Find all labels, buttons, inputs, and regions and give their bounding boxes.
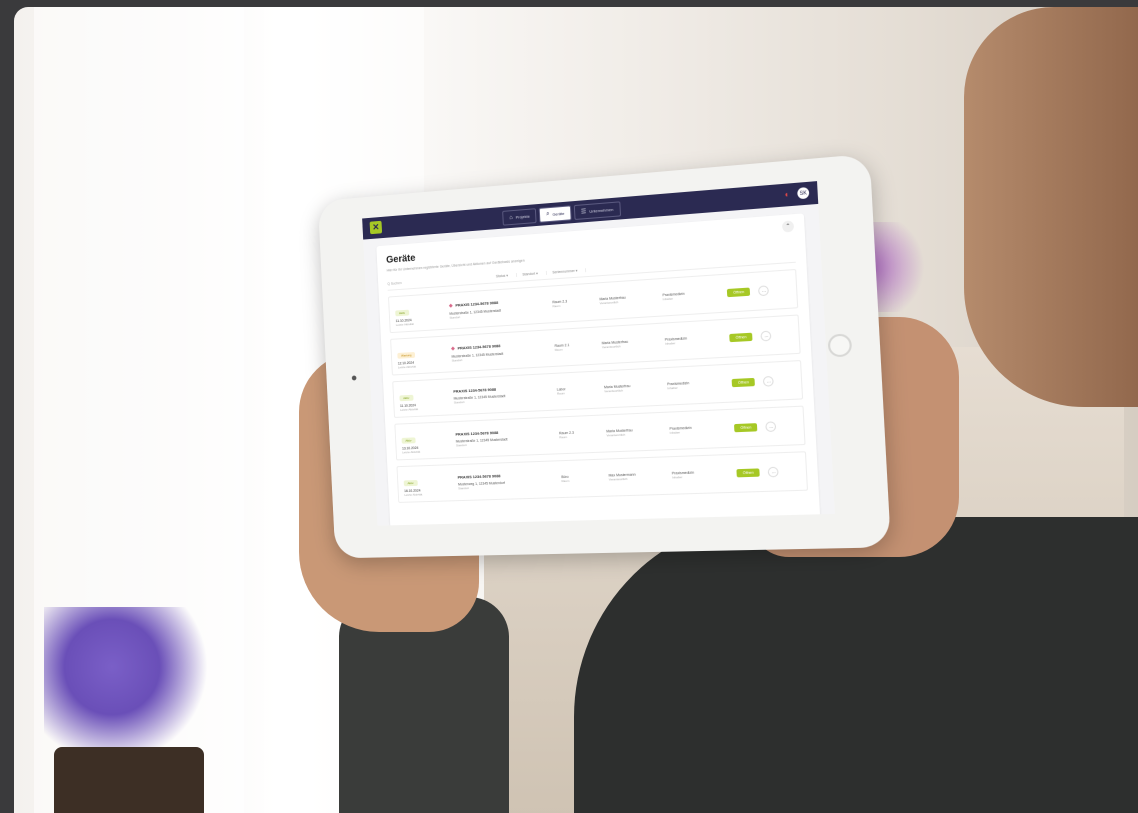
device-person-label: Verantwortlich — [606, 432, 626, 438]
device-date-label: Letzte Aktivität — [400, 407, 419, 412]
device-status-col: Aktiv 11.10.2024 Letzte Aktivität — [395, 299, 443, 327]
device-room-col: Labor Raum — [556, 386, 597, 396]
nav-label: Geräte — [552, 210, 565, 217]
device-owner-label: Inhaber — [669, 430, 681, 435]
device-model-col: PRAXIS 1234-5678 9088 Musterweg 1, 12345… — [458, 471, 555, 490]
device-owner-label: Inhaber — [671, 475, 683, 480]
more-options-icon[interactable]: ⋯ — [763, 375, 775, 387]
device-date-label: Letzte Aktivität — [404, 492, 423, 497]
person-body — [574, 517, 1138, 813]
app-logo-icon[interactable]: ✕ — [369, 220, 383, 235]
more-options-icon[interactable]: ⋯ — [760, 330, 772, 342]
device-room-col: Raum 2.3 Raum — [552, 298, 592, 308]
device-model-col: PRAXIS 1234-5678 9088 Musterstraße 1, 12… — [453, 384, 549, 405]
device-model-text: PRAXIS 1234-5678 9088 — [455, 299, 499, 308]
diamond-icon: ◆ — [448, 302, 453, 309]
device-room-label: Raum — [561, 478, 570, 484]
open-device-button[interactable]: Öffnen — [726, 287, 751, 298]
main-content: ⌃ Geräte Hier für Ihr Unternehmen regist… — [363, 203, 835, 526]
more-options-icon[interactable]: ⋯ — [768, 466, 780, 478]
nav-item-unternehmen[interactable]: ☰ Unternehmen — [573, 201, 621, 221]
device-room-label: Raum — [556, 391, 565, 396]
device-model: PRAXIS 1234-5678 9088 — [457, 473, 501, 480]
avatar[interactable]: SK — [797, 186, 810, 200]
device-room-label: Raum — [559, 435, 568, 440]
filter-seriennummer[interactable]: Seriennummer ▾ — [552, 268, 587, 275]
device-status-col: Aktiv 16.10.2024 Letzte Aktivität — [403, 470, 451, 497]
open-device-button[interactable]: Öffnen — [733, 423, 758, 433]
device-owner-col: Praxismedizin Inhaber — [662, 290, 719, 302]
nav-label: Projekte — [515, 213, 530, 220]
list-icon: ☰ — [580, 209, 587, 216]
lavender-plant — [44, 607, 214, 757]
more-options-icon[interactable]: ⋯ — [765, 421, 777, 433]
status-badge: Aktiv — [399, 394, 414, 402]
device-room-col: Raum 2.3 Raum — [559, 430, 599, 440]
device-person-col: Maria Musterfrau Verantwortlich — [606, 427, 662, 437]
open-device-button[interactable]: Öffnen — [729, 332, 753, 343]
tablet-device: ✕ ⌂ Projekte ⌕ Geräte ☰ Unternehmen ◖ SK — [317, 153, 892, 559]
device-row[interactable]: Aktiv 16.10.2024 Letzte Aktivität PRAXIS… — [396, 451, 809, 503]
device-room-col: Büro Raum — [561, 474, 601, 483]
person-head — [964, 7, 1138, 407]
device-status-col: Aktiv 13.10.2024 Letzte Aktivität — [401, 427, 449, 454]
device-model-text: PRAXIS 1234-5678 9088 — [457, 343, 501, 351]
diamond-icon: ◆ — [450, 345, 455, 352]
device-person-col: Maria Musterfrau Verantwortlich — [599, 294, 654, 306]
search-input[interactable]: Q Suchen — [387, 275, 490, 286]
device-owner-col: Praxismedizin Inhaber — [665, 334, 722, 345]
search-icon: ⌕ — [546, 211, 550, 218]
tablet-screen: ✕ ⌂ Projekte ⌕ Geräte ☰ Unternehmen ◖ SK — [362, 181, 835, 526]
open-device-button[interactable]: Öffnen — [736, 468, 761, 478]
device-owner-col: Praxismedizin Inhaber — [667, 379, 724, 390]
device-room-label: Raum — [554, 347, 563, 352]
more-options-icon[interactable]: ⋯ — [758, 285, 770, 297]
device-person-col: Max Mustermann Verantwortlich — [608, 472, 664, 482]
status-badge: Aktiv — [401, 437, 416, 444]
plant-pot — [54, 747, 204, 813]
notification-bell-icon[interactable]: ◖ — [784, 190, 790, 200]
house-icon: ⌂ — [509, 214, 513, 221]
top-right-actions: ◖ SK — [784, 186, 810, 200]
device-model-col: ◆ PRAXIS 1234-5678 9088 Musterstraße 1, 1… — [449, 296, 545, 319]
status-badge: Aktiv — [395, 309, 409, 317]
status-badge: Wartung — [397, 351, 416, 359]
device-person-col: Maria Musterfrau Verantwortlich — [604, 383, 659, 393]
devices-panel: ⌃ Geräte Hier für Ihr Unternehmen regist… — [376, 213, 821, 526]
status-badge: Aktiv — [403, 480, 418, 487]
open-device-button[interactable]: Öffnen — [731, 377, 756, 388]
filter-status[interactable]: Status ▾ — [495, 273, 517, 279]
filter-standort[interactable]: Standort ▾ — [522, 270, 547, 277]
device-status-col: Wartung 12.10.2024 Letzte Aktivität — [397, 342, 445, 369]
nav-item-projekte[interactable]: ⌂ Projekte — [502, 208, 537, 226]
device-person-label: Verantwortlich — [608, 476, 628, 482]
device-status-col: Aktiv 11.10.2024 Letzte Aktivität — [399, 384, 447, 412]
device-owner-col: Praxismedizin Inhaber — [671, 469, 729, 480]
device-date-label: Letzte Aktivität — [402, 449, 421, 455]
device-room-col: Raum 2.1 Raum — [554, 342, 594, 352]
device-model-col: PRAXIS 1234-5678 9088 Musterstraße 1, 12… — [455, 428, 551, 447]
nav-label: Unternehmen — [589, 206, 614, 214]
nav-item-geraete[interactable]: ⌕ Geräte — [539, 205, 572, 223]
device-owner-col: Praxismedizin Inhaber — [669, 424, 726, 435]
device-person-col: Maria Musterfrau Verantwortlich — [602, 338, 657, 350]
device-model-col: ◆ PRAXIS 1234-5678 9088 Musterstraße 1, 1… — [451, 340, 547, 362]
